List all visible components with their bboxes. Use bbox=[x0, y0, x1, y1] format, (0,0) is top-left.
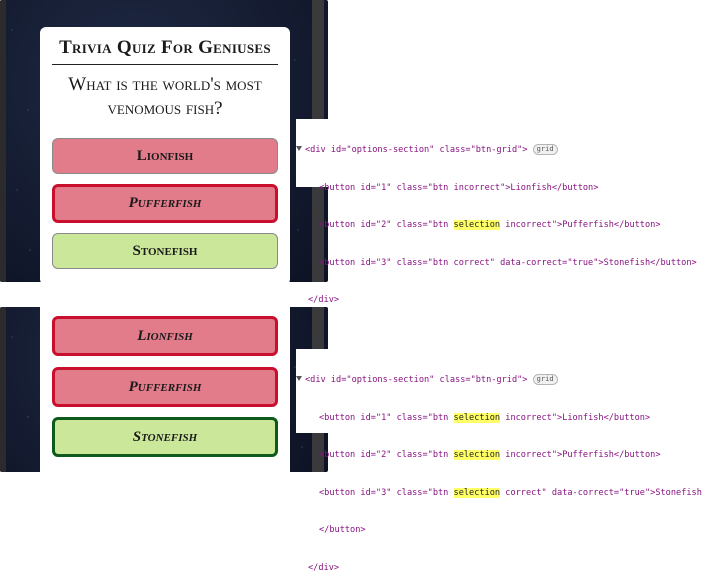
quiz-card-top: Trivia Quiz For Geniuses What is the wor… bbox=[40, 27, 290, 285]
phone-frame-left bbox=[0, 307, 6, 472]
option-button-stonefish[interactable]: Stonefish bbox=[52, 233, 278, 269]
devtools-button-line[interactable]: <button id="1" class="btn incorrect">Lio… bbox=[296, 182, 720, 195]
devtools-div-close-tag: </div> bbox=[308, 562, 340, 573]
devtools-button-2-start: <button id="2" class="btn bbox=[319, 220, 454, 230]
devtools-div-close[interactable]: </div> bbox=[296, 562, 720, 575]
selection-highlight: selection bbox=[453, 450, 501, 460]
devtools-button-2-end: incorrect">Pufferfish</button> bbox=[500, 450, 661, 460]
devtools-button-2-start: <button id="2" class="btn bbox=[319, 450, 454, 460]
question-text: What is the world's most venomous fish? bbox=[68, 74, 262, 119]
expand-triangle-icon[interactable] bbox=[296, 376, 302, 381]
devtools-button-3-start: <button id="3" class="btn bbox=[319, 487, 454, 498]
devtools-button-close-tag: </button> bbox=[319, 525, 366, 535]
selection-highlight: selection bbox=[453, 412, 501, 423]
quiz-title: Trivia Quiz For Geniuses bbox=[59, 37, 271, 58]
devtools-div-close[interactable]: </div> bbox=[296, 294, 720, 307]
devtools-button-line[interactable]: <button id="2" class="btn selection inco… bbox=[296, 449, 720, 462]
selection-highlight: selection bbox=[453, 487, 501, 498]
devtools-elements-before: <div id="options-section" class="btn-gri… bbox=[296, 119, 720, 305]
devtools-elements-after: <div id="options-section" class="btn-gri… bbox=[296, 349, 720, 573]
devtools-button-line[interactable]: <button id="1" class="btn selection inco… bbox=[296, 412, 720, 425]
grid-badge[interactable]: grid bbox=[532, 144, 558, 155]
devtools-div-tag: <div id="options-section" class="btn-gri… bbox=[305, 375, 528, 385]
devtools-div-tag: <div id="options-section" class="btn-gri… bbox=[305, 145, 528, 155]
devtools-div-open[interactable]: <div id="options-section" class="btn-gri… bbox=[296, 374, 720, 387]
devtools-button-line[interactable]: <button id="3" class="btn selection corr… bbox=[296, 487, 720, 500]
option-button-lionfish[interactable]: Lionfish bbox=[52, 316, 278, 356]
devtools-button-2-end: incorrect">Pufferfish</button> bbox=[500, 220, 661, 230]
devtools-button-3: <button id="3" class="btn correct" data-… bbox=[319, 257, 697, 268]
quiz-card-bottom: Lionfish Pufferfish Stonefish bbox=[40, 307, 290, 472]
devtools-div-open[interactable]: <div id="options-section" class="btn-gri… bbox=[296, 144, 720, 157]
selection-highlight: selection bbox=[453, 220, 501, 230]
expand-triangle-icon[interactable] bbox=[296, 146, 302, 151]
devtools-button-1-start: <button id="1" class="btn bbox=[319, 412, 454, 423]
option-button-lionfish[interactable]: Lionfish bbox=[52, 138, 278, 174]
devtools-div-close-tag: </div> bbox=[308, 295, 340, 305]
title-divider bbox=[52, 64, 278, 65]
devtools-button-line[interactable]: <button id="3" class="btn correct" data-… bbox=[296, 257, 720, 270]
devtools-button-close[interactable]: </button> bbox=[296, 524, 720, 537]
grid-badge[interactable]: grid bbox=[532, 374, 558, 385]
option-button-pufferfish[interactable]: Pufferfish bbox=[52, 184, 278, 223]
devtools-button-1-end: incorrect">Lionfish</button> bbox=[500, 412, 651, 423]
option-button-pufferfish[interactable]: Pufferfish bbox=[52, 367, 278, 407]
devtools-button-1: <button id="1" class="btn incorrect">Lio… bbox=[319, 182, 599, 193]
option-button-stonefish[interactable]: Stonefish bbox=[52, 417, 278, 457]
devtools-button-3-end: correct" data-correct="true">Stonefish bbox=[500, 487, 702, 498]
phone-frame-left bbox=[0, 0, 6, 282]
devtools-button-line[interactable]: <button id="2" class="btn selection inco… bbox=[296, 219, 720, 232]
